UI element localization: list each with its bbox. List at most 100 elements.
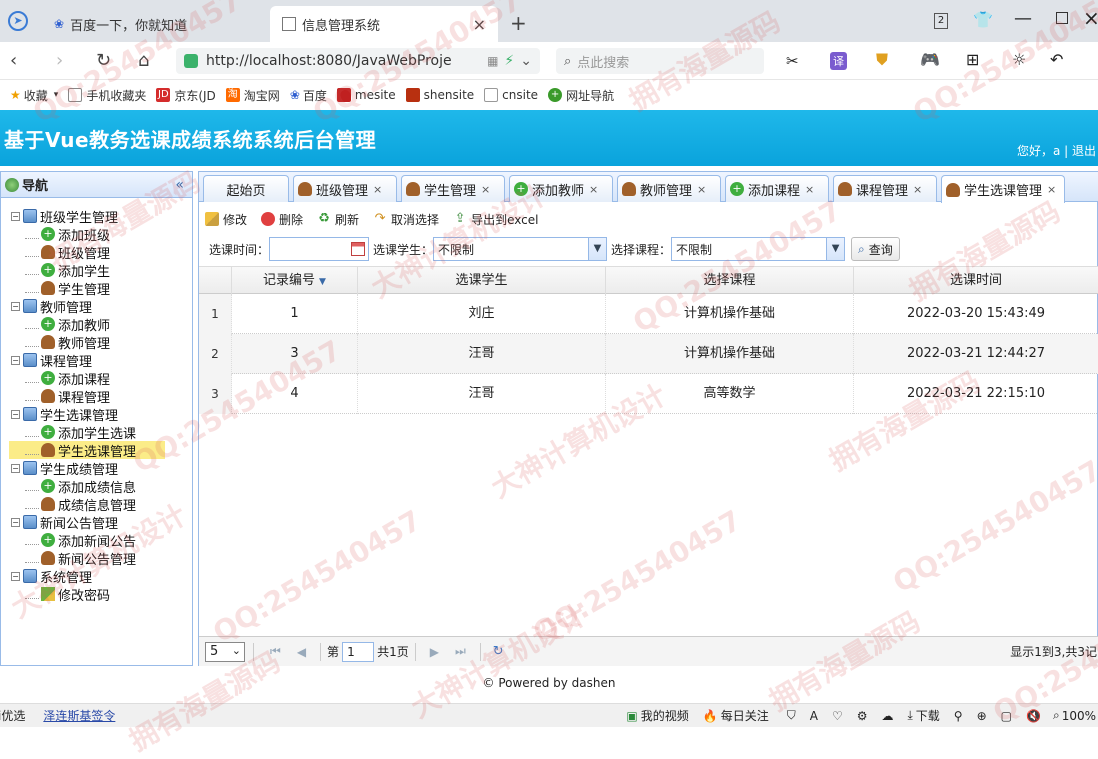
nav-item[interactable]: 学生管理	[25, 279, 110, 298]
zoom-icon[interactable]: ⌕	[1053, 708, 1060, 723]
chevron-down-icon[interactable]: ▼	[826, 238, 845, 260]
tab-count-badge[interactable]: 2	[934, 13, 948, 29]
my-video[interactable]: 我的视频	[641, 707, 689, 724]
nav-group[interactable]: − 课程管理	[11, 351, 92, 370]
pin-icon[interactable]: ⊕	[977, 709, 987, 723]
nav-group[interactable]: − 学生成绩管理	[11, 459, 118, 478]
cloud-icon[interactable]: ☁	[881, 709, 893, 723]
maximize-icon[interactable]	[1056, 12, 1068, 24]
nav-item[interactable]: + 添加学生	[25, 261, 110, 280]
tool-icon[interactable]: ⚲	[954, 709, 963, 723]
bookmark-nav[interactable]: + 网址导航	[548, 87, 614, 104]
tab-1[interactable]: 班级管理 ×	[293, 175, 397, 202]
tab-3[interactable]: + 添加教师 ×	[509, 175, 613, 202]
welcome-logout[interactable]: 您好，a | 退出	[1017, 142, 1096, 159]
nav-item[interactable]: 学生选课管理	[9, 441, 165, 460]
column-header-time[interactable]: 选课时间	[854, 267, 1098, 295]
close-tab-icon[interactable]: ×	[805, 183, 814, 196]
bookmark-cnsite[interactable]: cnsite	[484, 88, 538, 102]
table-row[interactable]: 2 3 汪哥 计算机操作基础 2022-03-21 12:44:27	[199, 334, 1098, 374]
column-header-student[interactable]: 选课学生	[358, 267, 606, 295]
refresh-button[interactable]: ♻ 刷新	[317, 211, 359, 228]
nav-item[interactable]: 修改密码	[25, 585, 110, 604]
close-tab-icon[interactable]: ×	[589, 183, 598, 196]
browser-tab-baidu[interactable]: ❀ 百度一下，你就知道	[42, 6, 264, 42]
first-page-icon[interactable]: ⏮	[270, 644, 281, 659]
tab-5[interactable]: + 添加课程 ×	[725, 175, 829, 202]
close-tab-icon[interactable]: ×	[481, 183, 490, 196]
collapse-toggle-icon[interactable]: −	[11, 355, 20, 365]
nav-item[interactable]: 教师管理	[25, 333, 110, 352]
prev-page-icon[interactable]: ◀	[297, 645, 306, 659]
scissors-icon[interactable]: ✂	[786, 52, 799, 70]
close-tab-icon[interactable]: ×	[1047, 183, 1056, 196]
tab-6[interactable]: 课程管理 ×	[833, 175, 937, 202]
nav-item[interactable]: 班级管理	[25, 243, 110, 262]
font-icon[interactable]: A	[810, 709, 818, 723]
student-select[interactable]: 不限制 ▼	[433, 237, 608, 261]
last-page-icon[interactable]: ⏭	[455, 644, 466, 659]
nav-item[interactable]: + 添加班级	[25, 225, 110, 244]
edit-button[interactable]: 修改	[205, 211, 247, 228]
nav-item[interactable]: + 添加成绩信息	[25, 477, 136, 496]
browser-logo-icon[interactable]: ➤	[8, 11, 28, 31]
nav-item[interactable]: 新闻公告管理	[25, 549, 136, 568]
close-window-icon[interactable]: ×	[1083, 6, 1098, 30]
bookmark-baidu[interactable]: ❀ 百度	[290, 87, 327, 104]
delete-button[interactable]: 删除	[261, 211, 303, 228]
back-icon[interactable]: ‹	[10, 50, 17, 71]
calendar-icon[interactable]	[351, 242, 366, 256]
bookmark-mesite[interactable]: mesite	[336, 88, 396, 102]
video-icon[interactable]: ▣	[626, 709, 637, 723]
close-tab-icon[interactable]: ×	[697, 183, 706, 196]
reload-page-icon[interactable]: ↻	[493, 644, 504, 659]
download-label[interactable]: 下载	[916, 707, 940, 724]
bookmark-jd[interactable]: JD 京东(JD	[156, 87, 216, 104]
collapse-toggle-icon[interactable]: −	[11, 409, 20, 419]
gamepad-icon[interactable]: 🎮	[920, 50, 940, 69]
browser-tab-app[interactable]: 信息管理系统 ×	[270, 6, 498, 42]
nav-group[interactable]: − 班级学生管理	[11, 207, 118, 226]
nav-item[interactable]: + 添加教师	[25, 315, 110, 334]
tab-0[interactable]: 起始页	[203, 175, 289, 202]
new-tab-icon[interactable]: +	[510, 11, 527, 35]
minimize-icon[interactable]: —	[1014, 8, 1032, 29]
heart-icon[interactable]: ♡	[832, 709, 843, 723]
close-tab-icon[interactable]: ×	[913, 183, 922, 196]
table-row[interactable]: 3 4 汪哥 高等数学 2022-03-21 22:15:10	[199, 374, 1098, 414]
tab-4[interactable]: 教师管理 ×	[617, 175, 721, 202]
nav-item[interactable]: 成绩信息管理	[25, 495, 136, 514]
speed-icon[interactable]: ⚙	[857, 709, 868, 723]
query-button[interactable]: ⌕ 查询	[851, 237, 900, 261]
collapse-toggle-icon[interactable]: −	[11, 517, 20, 527]
page-size-select[interactable]: 5 ⌄	[205, 641, 245, 662]
course-select[interactable]: 不限制 ▼	[671, 237, 846, 261]
mute-icon[interactable]: 🔇	[1026, 709, 1041, 723]
bookmark-favorites[interactable]: ★ 收藏 ▾	[10, 87, 58, 104]
qr-icon[interactable]: ▦	[487, 54, 498, 68]
collapse-icon[interactable]: «	[175, 177, 184, 193]
nav-item[interactable]: + 添加学生选课	[25, 423, 136, 442]
search-input[interactable]: ⌕ 点此搜索	[556, 48, 764, 74]
home-icon[interactable]: ⌂	[138, 50, 149, 71]
window-icon[interactable]: ▢	[1001, 709, 1012, 723]
flash-icon[interactable]: ⚡	[504, 53, 514, 69]
url-input[interactable]: http://localhost:8080/JavaWebProje ▦ ⚡ ⌄	[176, 48, 540, 74]
column-header-course[interactable]: 选择课程	[606, 267, 854, 295]
nav-group[interactable]: − 教师管理	[11, 297, 92, 316]
status-left[interactable]: i优选	[0, 707, 25, 724]
table-row[interactable]: 1 1 刘庄 计算机操作基础 2022-03-20 15:43:49	[199, 294, 1098, 334]
shield-icon[interactable]: ⛉	[787, 708, 796, 723]
export-excel-button[interactable]: ⇪ 导出到excel	[453, 211, 539, 228]
download-icon[interactable]: ⤓	[907, 708, 912, 723]
nav-group[interactable]: − 新闻公告管理	[11, 513, 118, 532]
zoom-level[interactable]: 100%	[1062, 709, 1096, 723]
chevron-down-icon[interactable]: ⌄	[520, 53, 532, 69]
collapse-toggle-icon[interactable]: −	[11, 301, 20, 311]
nav-item[interactable]: + 添加课程	[25, 369, 110, 388]
page-number-input[interactable]: 1	[342, 641, 375, 662]
collapse-toggle-icon[interactable]: −	[11, 211, 20, 221]
daily-focus[interactable]: 每日关注	[721, 707, 769, 724]
close-tab-icon[interactable]: ×	[373, 183, 382, 196]
forward-icon[interactable]: ›	[56, 50, 63, 71]
